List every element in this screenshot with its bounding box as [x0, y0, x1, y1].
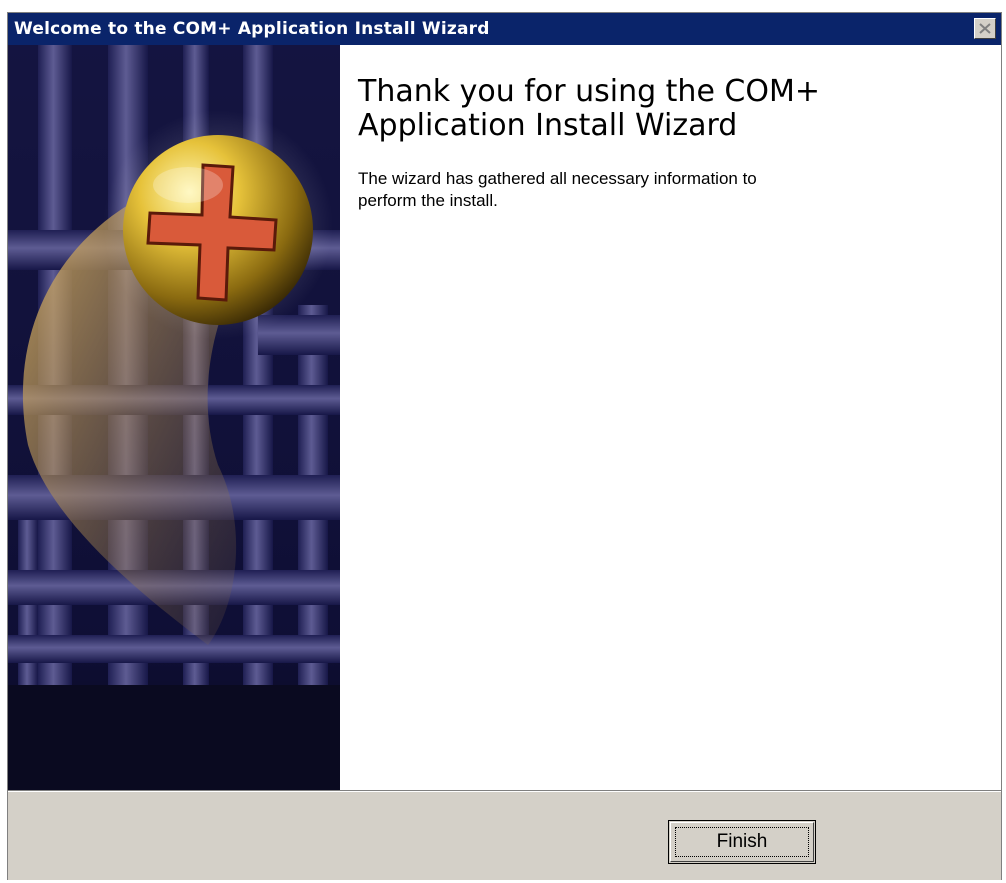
close-icon: [979, 23, 991, 34]
wizard-window: Welcome to the COM+ Application Install …: [7, 12, 1002, 880]
title-bar: Welcome to the COM+ Application Install …: [8, 13, 1001, 45]
focus-rectangle: [675, 827, 809, 857]
completion-description: The wizard has gathered all necessary in…: [358, 168, 958, 212]
description-line: The wizard has gathered all necessary in…: [358, 169, 757, 188]
completion-heading: Thank you for using the COM+ Application…: [358, 75, 958, 143]
close-button[interactable]: [974, 18, 996, 39]
heading-line: Thank you for using the COM+: [358, 74, 821, 109]
heading-line: Application Install Wizard: [358, 108, 738, 143]
finish-button[interactable]: Finish: [668, 820, 816, 864]
wizard-banner-image: [8, 45, 340, 790]
description-line: perform the install.: [358, 191, 498, 210]
wizard-footer: Finish: [8, 792, 1001, 880]
wizard-content: Thank you for using the COM+ Application…: [358, 75, 958, 212]
wizard-body: Thank you for using the COM+ Application…: [8, 45, 1001, 790]
window-title: Welcome to the COM+ Application Install …: [14, 19, 490, 39]
